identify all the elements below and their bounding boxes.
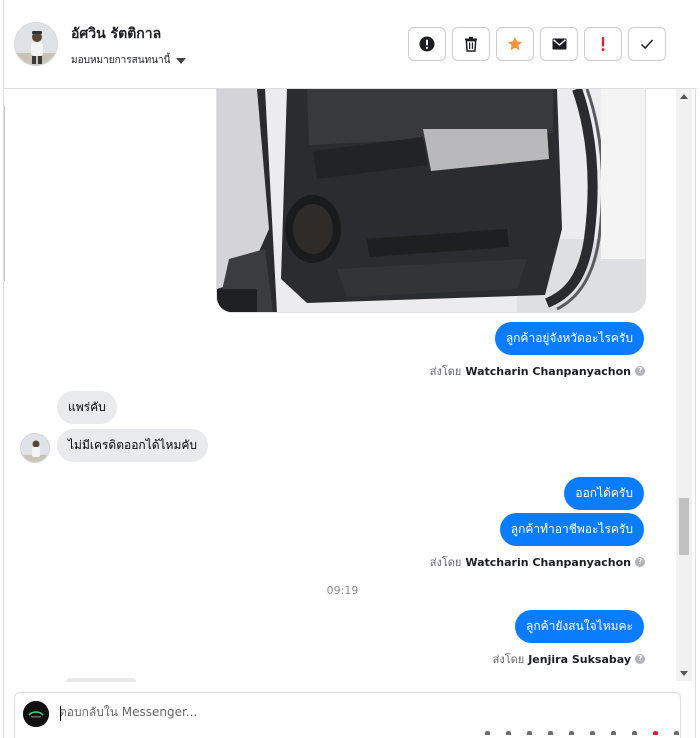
help-icon[interactable]: ? xyxy=(635,557,645,567)
sender-name: Watcharin Chanpanyachon xyxy=(465,555,631,569)
envelope-icon xyxy=(552,38,566,50)
message-incoming-partial xyxy=(66,678,136,682)
message-incoming[interactable]: แพร่คับ xyxy=(57,391,117,424)
check-icon xyxy=(640,39,654,50)
conversation-toolbar xyxy=(408,27,666,61)
tool-icon[interactable] xyxy=(590,731,595,735)
timestamp-separator: 09:19 xyxy=(326,584,359,597)
tool-icon[interactable] xyxy=(569,731,574,735)
help-icon[interactable]: ? xyxy=(635,366,645,376)
tool-icon[interactable] xyxy=(548,731,553,735)
follow-up-button[interactable] xyxy=(584,27,622,61)
assign-conversation-dropdown[interactable]: มอบหมายการสนทนานี้ xyxy=(71,53,187,68)
page-avatar xyxy=(23,701,49,727)
scroll-up-icon[interactable] xyxy=(680,94,688,99)
alert-circle-icon xyxy=(419,36,435,52)
reply-input[interactable] xyxy=(59,705,619,719)
star-button[interactable] xyxy=(496,27,534,61)
sent-by-prefix: ส่งโดย xyxy=(429,556,462,569)
tool-icon[interactable] xyxy=(611,731,616,735)
star-icon xyxy=(507,36,523,51)
scrollbar-thumb[interactable] xyxy=(679,498,689,555)
text-cursor xyxy=(60,706,61,721)
sender-name: Jenjira Suksabay xyxy=(528,652,631,666)
tool-icon[interactable] xyxy=(506,731,511,735)
assign-label: มอบหมายการสนทนานี้ xyxy=(71,55,171,66)
mark-done-button[interactable] xyxy=(628,27,666,61)
mark-unread-button[interactable] xyxy=(540,27,578,61)
conversation-header: อัศวิน รัตติกาล มอบหมายการสนทนานี้ xyxy=(4,0,697,89)
conversation-window: อัศวิน รัตติกาล มอบหมายการสนทนานี้ ลูกค้… xyxy=(3,0,697,738)
sender-name: Watcharin Chanpanyachon xyxy=(465,364,631,378)
tool-icon[interactable] xyxy=(485,731,490,735)
composer-tools xyxy=(485,731,679,735)
tool-icon[interactable] xyxy=(653,731,658,735)
sent-by-label: ส่งโดย Watcharin Chanpanyachon ? xyxy=(430,553,645,571)
contact-name[interactable]: อัศวิน รัตติกาล xyxy=(71,23,161,45)
reply-composer xyxy=(14,692,681,738)
mark-spam-button[interactable] xyxy=(408,27,446,61)
delete-button[interactable] xyxy=(452,27,490,61)
message-outgoing[interactable]: ลูกค้าอยู่จังหวัดอะไรครับ xyxy=(494,322,644,355)
message-outgoing[interactable]: ลูกค้ายังสนใจไหมคะ xyxy=(514,610,644,643)
contact-avatar[interactable] xyxy=(14,22,58,66)
contact-avatar-small xyxy=(20,433,50,463)
divider xyxy=(4,106,5,281)
message-outgoing[interactable]: ลูกค้าทำอาชีพอะไรครับ xyxy=(499,513,644,546)
tool-icon[interactable] xyxy=(632,731,637,735)
message-outgoing[interactable]: ออกได้ครับ xyxy=(564,477,644,510)
help-icon[interactable]: ? xyxy=(635,654,645,664)
image-attachment[interactable] xyxy=(216,89,646,313)
message-incoming[interactable]: ไม่มีเครดิตออกได้ไหมคับ xyxy=(57,429,209,462)
caret-down-icon xyxy=(176,57,187,64)
sent-by-prefix: ส่งโดย xyxy=(429,365,462,378)
sent-by-prefix: ส่งโดย xyxy=(492,653,525,666)
trash-icon xyxy=(465,36,477,52)
messages-scrollbar[interactable] xyxy=(676,89,692,681)
sent-by-label: ส่งโดย Jenjira Suksabay ? xyxy=(493,650,645,668)
tool-icon[interactable] xyxy=(527,731,532,735)
tool-icon[interactable] xyxy=(674,731,679,735)
exclamation-icon xyxy=(601,37,605,52)
sent-by-label: ส่งโดย Watcharin Chanpanyachon ? xyxy=(430,362,645,380)
scroll-down-icon[interactable] xyxy=(680,671,688,676)
